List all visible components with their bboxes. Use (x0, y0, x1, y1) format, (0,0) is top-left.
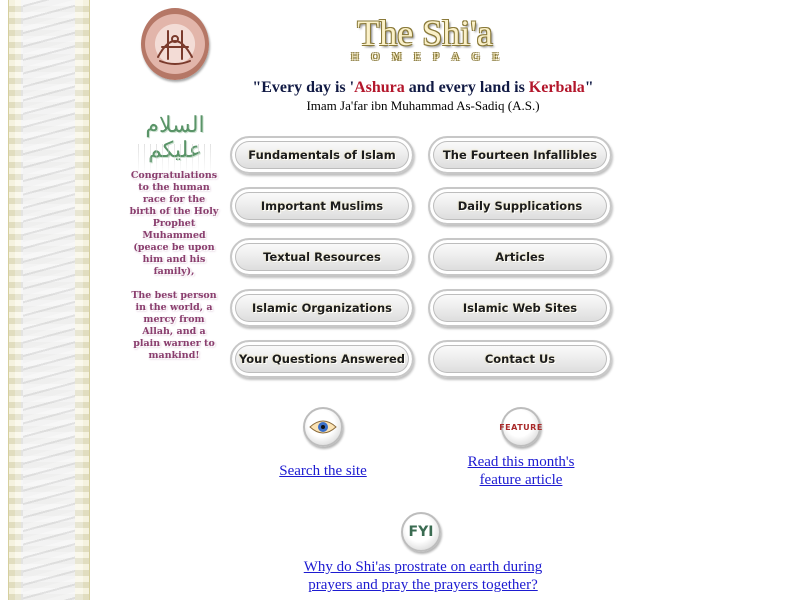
feature-article-link[interactable]: Read this month's feature article (446, 453, 596, 489)
quote-highlight-kerbala: Kerbala (528, 79, 585, 96)
fyi-badge-label: FYI (408, 524, 434, 540)
nav-button-textual-resources[interactable]: Textual Resources (230, 238, 414, 276)
greeting-paragraph-2: The best person in the world, a mercy fr… (131, 290, 217, 361)
nav-button-important-muslims[interactable]: Important Muslims (230, 187, 414, 225)
fyi-icon[interactable]: FYI (401, 512, 441, 552)
calligraphy-seal-logo (141, 8, 209, 80)
nav-button-articles[interactable]: Articles (428, 238, 612, 276)
decorative-border (8, 0, 90, 600)
nav-button-questions[interactable]: Your Questions Answered (230, 340, 414, 378)
logo-title: The Shi'a (357, 13, 493, 53)
feature-badge-label: FEATURE (499, 422, 543, 432)
nav-button-fundamentals[interactable]: Fundamentals of Islam (230, 136, 414, 174)
salam-calligraphy: السلام عليكم (145, 113, 205, 163)
nav-button-supplications[interactable]: Daily Supplications (428, 187, 612, 225)
quote-attribution: Imam Ja'far ibn Muhammad As-Sadiq (A.S.) (306, 98, 540, 113)
quote-highlight-ashura: Ashura (354, 79, 405, 96)
greeting-message: Congratulations to the human race for th… (128, 170, 220, 374)
nav-button-web-sites[interactable]: Islamic Web Sites (428, 289, 612, 327)
nav-button-infallibles[interactable]: The Fourteen Infallibles (428, 136, 612, 174)
greeting-paragraph-1: Congratulations to the human race for th… (129, 170, 219, 277)
feature-badge-icon[interactable]: FEATURE (499, 407, 543, 447)
nav-button-organizations[interactable]: Islamic Organizations (230, 289, 414, 327)
fyi-prostration-link[interactable]: Why do Shi'as prostrate on earth during … (283, 558, 563, 594)
search-site-link[interactable]: Search the site (253, 462, 393, 480)
calligraphy-icon (157, 30, 193, 65)
eye-icon[interactable] (303, 407, 343, 447)
site-logo[interactable]: The Shi'a H O M E P A G E (345, 14, 505, 63)
featured-quote: "Every day is 'Ashura and every land is … (252, 79, 594, 96)
nav-button-contact[interactable]: Contact Us (428, 340, 612, 378)
